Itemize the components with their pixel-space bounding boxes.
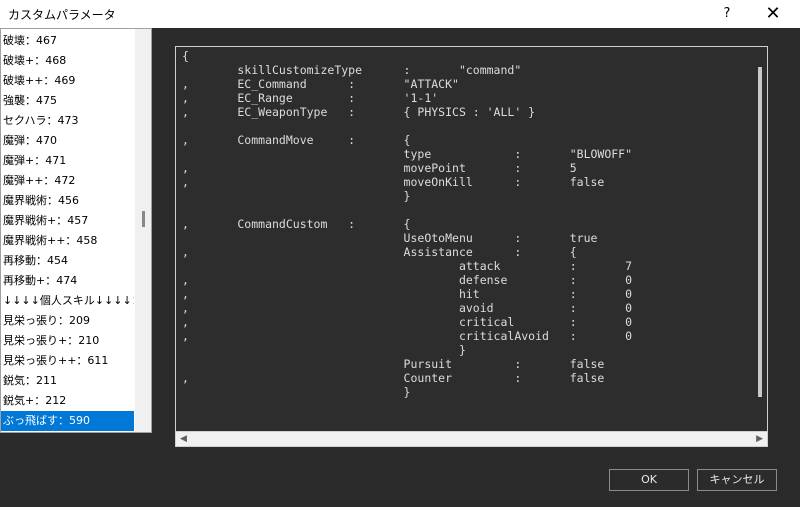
code-line: , EC_WeaponType : { PHYSICS : 'ALL' } — [182, 105, 536, 119]
code-line: , movePoint : 5 — [182, 161, 577, 175]
skill-list-item[interactable]: セクハラ：473 — [1, 111, 134, 131]
skill-list-item[interactable]: 破壊+：468 — [1, 51, 134, 71]
skill-list-item[interactable]: 鋭気+：212 — [1, 391, 134, 411]
scroll-left-icon[interactable]: ◀ — [180, 434, 187, 444]
code-line: , moveOnKill : false — [182, 175, 605, 189]
code-line: UseOtoMenu : true — [182, 231, 598, 245]
code-line: , Assistance : { — [182, 245, 577, 259]
code-line: skillCustomizeType : "command" — [182, 63, 522, 77]
window-title: カスタムパラメータ — [8, 8, 116, 22]
skill-list-scrollbar[interactable] — [135, 29, 151, 432]
code-line: type : "BLOWOFF" — [182, 147, 633, 161]
parameter-editor[interactable]: { skillCustomizeType : "command", EC_Com… — [175, 46, 768, 432]
scroll-right-icon[interactable]: ▶ — [756, 434, 763, 444]
code-line: } — [182, 343, 466, 357]
skill-list-item[interactable]: 魔界戦術++：458 — [1, 231, 134, 251]
skill-list-item[interactable]: 破壊++：469 — [1, 71, 134, 91]
cancel-button[interactable]: キャンセル — [697, 469, 777, 491]
code-line: , CommandCustom : { — [182, 217, 411, 231]
skill-list-item[interactable]: 魔弾+：471 — [1, 151, 134, 171]
skill-list-item[interactable]: 見栄っ張り：209 — [1, 311, 134, 331]
code-line: Pursuit : false — [182, 357, 605, 371]
skill-list-item[interactable]: ぶっ飛ばす：590 — [1, 411, 134, 431]
skill-list-panel: 破壊：467 破壊+：468 破壊++：469 強襲：475 セクハラ：473 魔弾：47… — [0, 28, 152, 433]
close-button[interactable]: ✕ — [760, 2, 786, 26]
skill-list-item[interactable]: ↓↓↓↓個人スキル↓↓↓↓：549 — [1, 291, 134, 311]
code-line: { — [182, 49, 189, 63]
skill-list[interactable]: 破壊：467 破壊+：468 破壊++：469 強襲：475 セクハラ：473 魔弾：47… — [1, 31, 134, 431]
code-line: , critical : 0 — [182, 315, 633, 329]
code-line: } — [182, 189, 411, 203]
skill-list-item[interactable]: 魔弾：470 — [1, 131, 134, 151]
code-line: attack : 7 — [182, 259, 633, 273]
skill-list-item[interactable]: 魔弾++：472 — [1, 171, 134, 191]
skill-list-item[interactable]: 再移動：454 — [1, 251, 134, 271]
skill-list-item[interactable]: 破壊：467 — [1, 31, 134, 51]
code-line: , CommandMove : { — [182, 133, 411, 147]
editor-horizontal-scrollbar[interactable]: ◀ ▶ — [175, 431, 768, 447]
skill-list-item[interactable]: 見栄っ張り++：611 — [1, 351, 134, 371]
code-line: , EC_Range : '1-1' — [182, 91, 439, 105]
code-line: , avoid : 0 — [182, 301, 633, 315]
skill-list-item[interactable]: 強襲：475 — [1, 91, 134, 111]
help-button[interactable]: ? — [716, 3, 738, 25]
skill-list-item[interactable]: 見栄っ張り+：210 — [1, 331, 134, 351]
code-line: , Counter : false — [182, 371, 605, 385]
skill-list-item[interactable]: 魔界戦術+：457 — [1, 211, 134, 231]
code-line: , defense : 0 — [182, 273, 633, 287]
title-bar: カスタムパラメータ ? ✕ — [0, 0, 800, 28]
skill-list-item[interactable]: 魔界戦術：456 — [1, 191, 134, 211]
code-line: , criticalAvoid : 0 — [182, 329, 633, 343]
skill-list-item[interactable]: 鋭気：211 — [1, 371, 134, 391]
code-line: , hit : 0 — [182, 287, 633, 301]
editor-vertical-thumb[interactable] — [758, 67, 762, 397]
scrollbar-thumb[interactable] — [142, 211, 145, 227]
ok-button[interactable]: OK — [609, 469, 689, 491]
code-line: } — [182, 385, 411, 399]
editor-vertical-scrollbar[interactable] — [753, 47, 767, 431]
skill-list-item[interactable]: 再移動+：474 — [1, 271, 134, 291]
code-line: , EC_Command : "ATTACK" — [182, 77, 459, 91]
